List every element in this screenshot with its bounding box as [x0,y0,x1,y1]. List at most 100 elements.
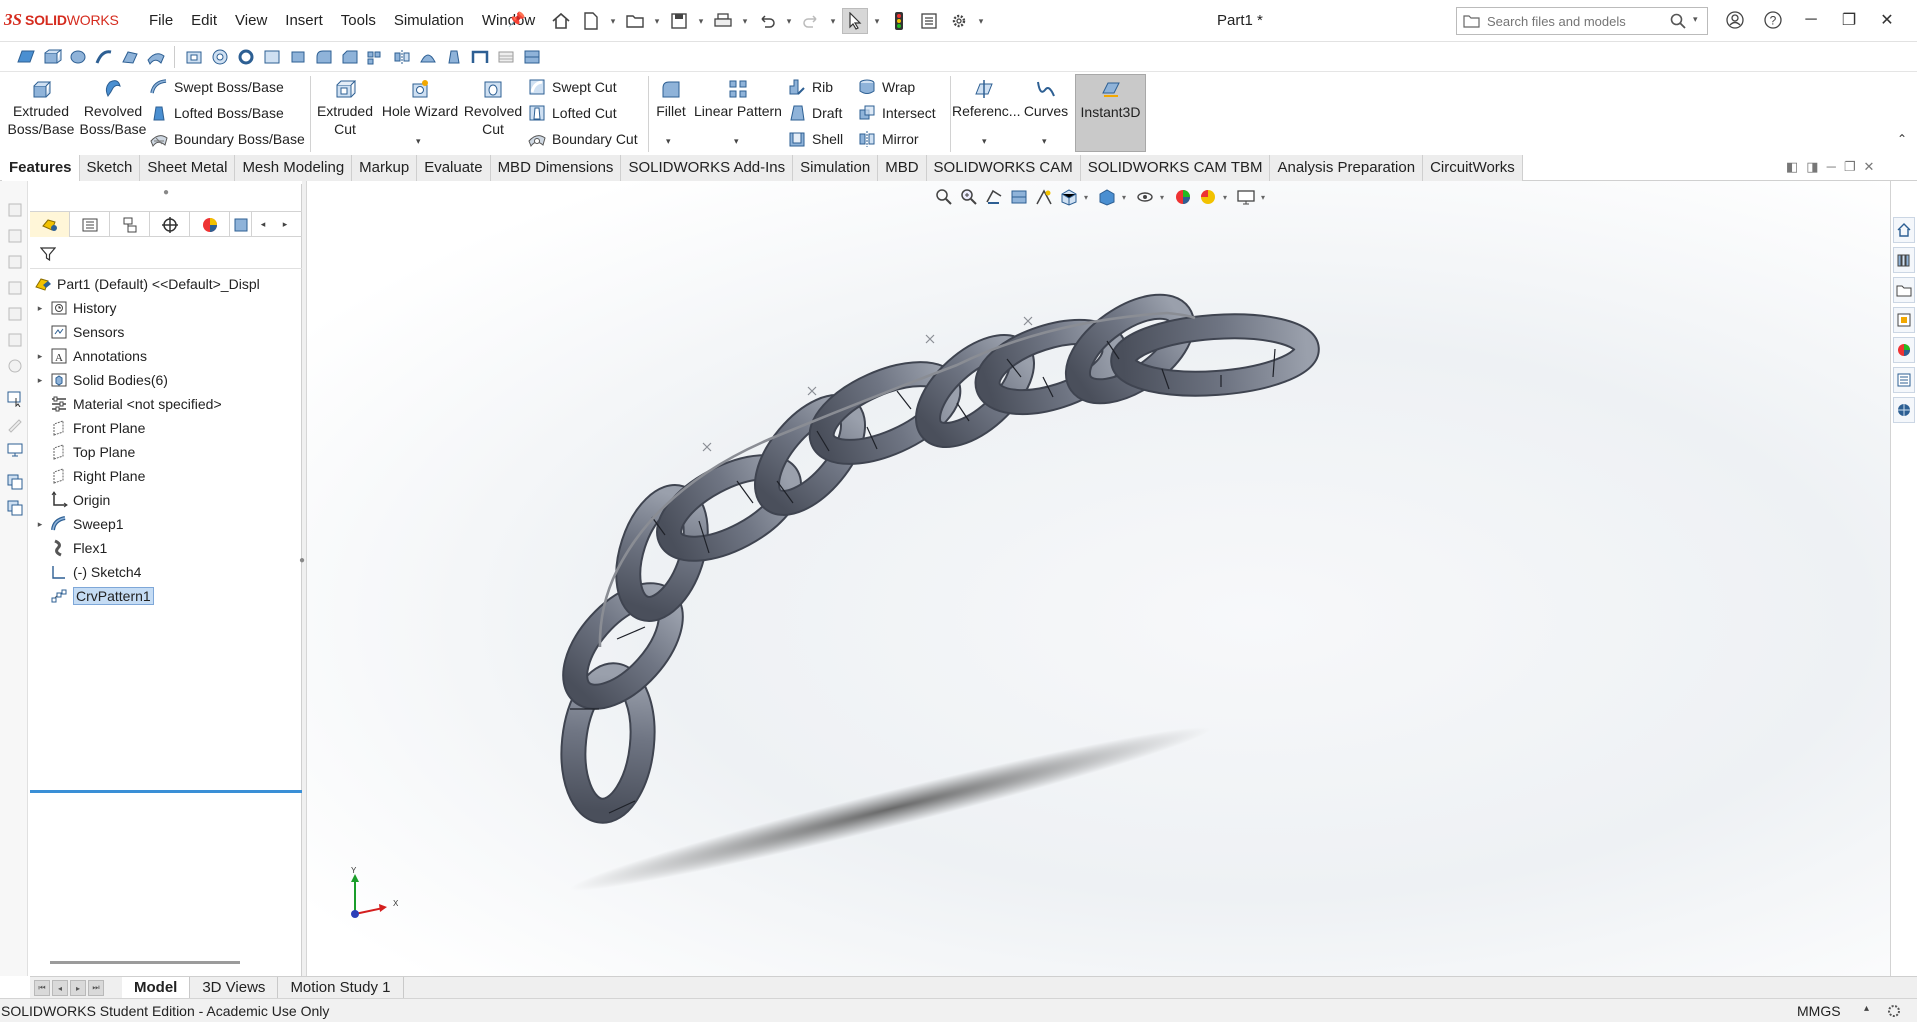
menu-edit[interactable]: Edit [182,12,226,29]
strip-edit-icon[interactable] [6,415,24,433]
open-dropdown-icon[interactable]: ▾ [652,16,662,27]
home-icon[interactable] [548,8,574,34]
tree-node[interactable]: ▸ History [30,296,302,320]
cam-manager-tab[interactable] [230,212,252,237]
intersect-button[interactable]: Intersect [858,102,936,124]
sketch-plane-icon[interactable] [14,46,37,68]
tree-node[interactable]: Origin [30,488,302,512]
strip-icon-7[interactable] [6,357,24,375]
tree-filter-bar[interactable] [30,239,302,269]
boundary-cut-button[interactable]: Boundary Cut [528,128,638,150]
redo-icon[interactable] [798,8,824,34]
strip-icon-1[interactable] [6,201,24,219]
tab-sketch[interactable]: Sketch [79,155,141,181]
fillet-toolbar-icon[interactable] [312,46,335,68]
restore-icon[interactable]: ❐ [1830,6,1868,34]
select-dropdown-icon[interactable]: ▾ [872,16,882,27]
cut-extrude-icon[interactable] [182,46,205,68]
rebuild-traffic-light-icon[interactable] [886,8,912,34]
loft-toolbar-icon[interactable] [118,46,141,68]
pin-menu-icon[interactable]: 📌 [508,11,525,28]
menu-tools[interactable]: Tools [332,12,385,29]
tile-left-icon[interactable]: ◧ [1786,159,1798,175]
solidworks-resources-icon[interactable] [1893,217,1915,243]
lofted-cut-button[interactable]: Lofted Cut [528,102,617,124]
file-explorer-icon[interactable] [1893,277,1915,303]
draft-button[interactable]: Draft [788,102,842,124]
strip-paste-icon[interactable] [6,499,24,517]
chain-model[interactable] [307,181,1890,976]
swept-boss-button[interactable]: Swept Boss/Base [150,76,284,98]
print-dropdown-icon[interactable]: ▾ [740,16,750,27]
menu-insert[interactable]: Insert [276,12,332,29]
rib-button[interactable]: Rib [788,76,833,98]
file-properties-icon[interactable] [916,8,942,34]
menu-view[interactable]: View [226,12,276,29]
split-toolbar-icon[interactable] [520,46,543,68]
hatch-toolbar-icon[interactable] [494,46,517,68]
close-icon[interactable]: ✕ [1868,6,1906,34]
draft-toolbar-icon[interactable] [442,46,465,68]
tab-solidworks-cam-tbm[interactable]: SOLIDWORKS CAM TBM [1080,155,1271,181]
help-icon[interactable]: ? [1754,6,1792,34]
open-folder-icon[interactable] [622,8,648,34]
tab-mbd-dimensions[interactable]: MBD Dimensions [490,155,622,181]
cut-sweep-icon[interactable] [234,46,257,68]
strip-monitor-icon[interactable] [6,441,24,459]
display-manager-tab[interactable] [190,212,230,237]
tree-node[interactable]: Top Plane [30,440,302,464]
shell-toolbar-icon[interactable] [468,46,491,68]
print-icon[interactable] [710,8,736,34]
tree-node[interactable]: Flex1 [30,536,302,560]
extruded-cut-button[interactable]: Extruded Cut [314,78,376,138]
undo-icon[interactable] [754,8,780,34]
tabs-scroll-right-icon[interactable]: ▸ [274,212,296,237]
last-tab-icon[interactable]: ⏭ [88,980,104,996]
tab-3d-views[interactable]: 3D Views [190,977,279,999]
revolved-cut-button[interactable]: Revolved Cut [462,78,524,138]
pattern-toolbar-icon[interactable] [364,46,387,68]
curves-button[interactable]: Curves [1020,78,1072,120]
custom-properties-icon[interactable] [1893,367,1915,393]
rollback-bar[interactable] [30,790,302,793]
revolve-icon[interactable] [66,46,89,68]
strip-icon-6[interactable] [6,331,24,349]
tree-node[interactable]: Right Plane [30,464,302,488]
next-tab-icon[interactable]: ▸ [70,980,86,996]
tab-sheet-metal[interactable]: Sheet Metal [140,155,236,181]
property-manager-tab[interactable] [70,212,110,237]
tree-node[interactable]: Part1 (Default) <<Default>_Displ [30,272,302,296]
mirror-button[interactable]: Mirror [858,128,919,150]
sweep-toolbar-icon[interactable] [92,46,115,68]
options-gear-icon[interactable] [946,8,972,34]
linear-pattern-button[interactable]: Linear Pattern [692,78,784,120]
instant3d-button[interactable]: Instant3D [1075,74,1146,152]
customize-status-icon[interactable] [1885,1002,1903,1020]
tree-expand-icon[interactable]: ▸ [34,303,46,314]
hole-wizard-dropdown-icon[interactable]: ▾ [416,136,421,147]
cut-boundary-icon[interactable] [286,46,309,68]
tile-right-icon[interactable]: ◨ [1806,159,1818,175]
tree-node[interactable]: Material <not specified> [30,392,302,416]
tree-node[interactable]: ▸ A Annotations [30,344,302,368]
reference-geometry-button[interactable]: Referenc... [952,78,1020,120]
tab-solidworks-cam[interactable]: SOLIDWORKS CAM [926,155,1081,181]
splitter-grip-icon[interactable]: ● [299,555,305,566]
tab-markup[interactable]: Markup [352,155,418,181]
new-document-icon[interactable] [578,8,604,34]
collapse-ribbon-icon[interactable]: ⌃ [1897,132,1907,146]
extruded-boss-button[interactable]: Extruded Boss/Base [6,78,76,138]
boundary-toolbar-icon[interactable] [144,46,167,68]
strip-icon-2[interactable] [6,227,24,245]
search-icon[interactable] [1669,12,1687,33]
tree-node[interactable]: Front Plane [30,416,302,440]
tree-node[interactable]: Sensors [30,320,302,344]
boundary-boss-button[interactable]: Boundary Boss/Base [150,128,305,150]
search-box[interactable]: ▾ [1456,7,1708,35]
feature-manager-tab[interactable] [30,212,70,237]
mirror-toolbar-icon[interactable] [390,46,413,68]
solidworks-forum-icon[interactable] [1893,397,1915,423]
wrap-button[interactable]: Wrap [858,76,915,98]
account-icon[interactable] [1716,6,1754,34]
doc-close-icon[interactable]: ✕ [1863,159,1874,175]
